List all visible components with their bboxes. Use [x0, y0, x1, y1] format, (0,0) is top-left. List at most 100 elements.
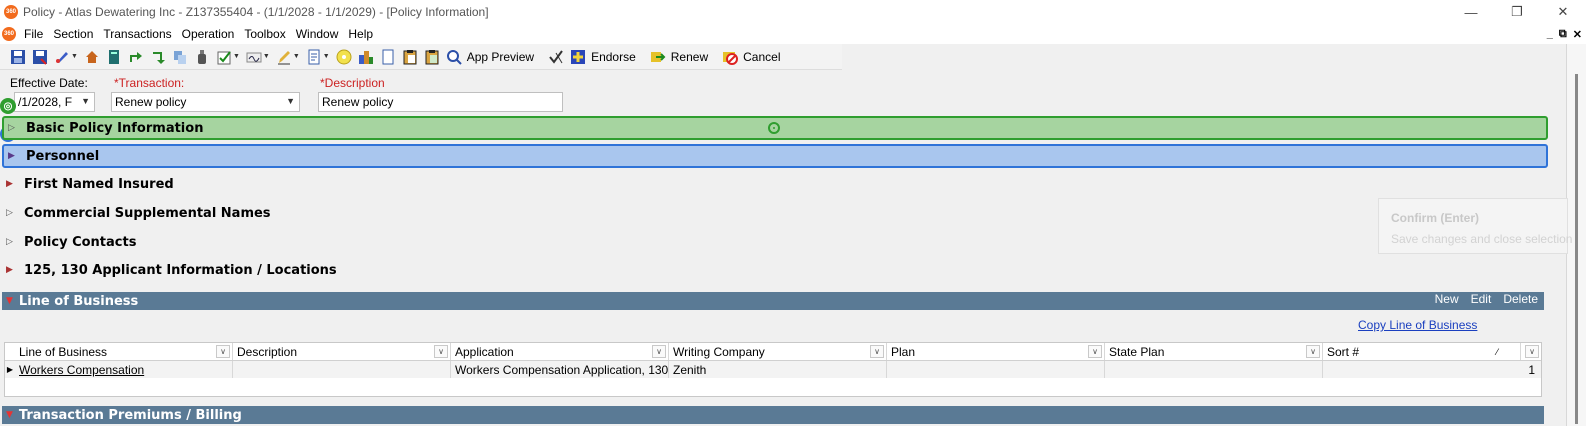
app-preview-button[interactable]: App Preview: [446, 49, 534, 65]
cell-description[interactable]: [233, 361, 451, 378]
cancel-button[interactable]: Cancel: [722, 49, 780, 65]
menu-help[interactable]: Help: [348, 27, 373, 41]
cell-line-of-business[interactable]: Workers Compensation: [15, 361, 233, 378]
menu-transactions[interactable]: Transactions: [103, 27, 171, 41]
title-bar: 360 Policy - Atlas Dewatering Inc - Z137…: [0, 0, 1586, 24]
mdi-restore-icon[interactable]: ⧉: [1559, 28, 1567, 41]
cell-plan[interactable]: [887, 361, 1105, 378]
section-line-of-business[interactable]: ▼ Line of Business New Edit Delete: [2, 292, 1544, 310]
mdi-close-icon[interactable]: ✕: [1573, 28, 1582, 41]
effective-date-field[interactable]: /1/2028, F ▼: [14, 92, 95, 112]
column-header-plan[interactable]: Plan ∨: [887, 343, 1105, 360]
pencil-dropdown-icon[interactable]: ▼: [293, 53, 300, 60]
edit-pen-icon[interactable]: [54, 49, 70, 65]
menu-section[interactable]: Section: [53, 27, 93, 41]
menu-window[interactable]: Window: [296, 27, 339, 41]
endorse-label: Endorse: [591, 49, 636, 64]
column-chooser[interactable]: ∨: [1521, 343, 1541, 360]
restore-icon[interactable]: ❐: [1494, 0, 1540, 24]
signature-dropdown-icon[interactable]: ▼: [263, 53, 270, 60]
renew-button[interactable]: Renew: [650, 49, 708, 65]
menu-operation[interactable]: Operation: [182, 27, 235, 41]
validate-icon[interactable]: [548, 49, 564, 65]
cell-application[interactable]: Workers Compensation Application, 130: [451, 361, 669, 378]
section-applicant-information-locations[interactable]: ▶ 125, 130 Applicant Information / Locat…: [2, 258, 1548, 282]
checklist-icon[interactable]: [216, 49, 232, 65]
column-header-line-of-business[interactable]: Line of Business ∨: [15, 343, 233, 360]
chevron-down-icon[interactable]: ∨: [1306, 345, 1320, 358]
column-header-state-plan[interactable]: State Plan ∨: [1105, 343, 1323, 360]
chevron-down-icon[interactable]: ∨: [216, 345, 230, 358]
cell-writing-company[interactable]: Zenith: [669, 361, 887, 378]
document-dropdown-icon[interactable]: ▼: [323, 53, 330, 60]
section-first-named-insured[interactable]: ▶ First Named Insured: [2, 172, 1548, 196]
scrollbar-thumb[interactable]: [1575, 74, 1578, 424]
expand-arrow-icon: ▶: [8, 151, 15, 161]
forward-icon[interactable]: [150, 49, 166, 65]
section-label: First Named Insured: [24, 176, 174, 192]
section-policy-contacts[interactable]: ▷ Policy Contacts: [2, 230, 1548, 254]
new-button[interactable]: New: [1435, 292, 1459, 310]
section-personnel[interactable]: ▶ Personnel: [2, 144, 1548, 168]
cd-icon[interactable]: [336, 49, 352, 65]
minimize-icon[interactable]: —: [1448, 0, 1494, 24]
checklist-dropdown-icon[interactable]: ▼: [233, 53, 240, 60]
home-icon[interactable]: [84, 49, 100, 65]
save-icon[interactable]: [10, 49, 26, 65]
center-target-icon[interactable]: [768, 122, 780, 134]
document-icon[interactable]: [306, 49, 322, 65]
expand-arrow-icon: ▷: [6, 208, 13, 218]
column-header-description[interactable]: Description ∨: [233, 343, 451, 360]
menu-toolbox[interactable]: Toolbox: [244, 27, 285, 41]
mdi-controls: _ ⧉ ✕: [1547, 24, 1582, 44]
table-row[interactable]: ▶ Workers Compensation Workers Compensat…: [5, 361, 1541, 378]
chevron-down-icon[interactable]: ∨: [434, 345, 448, 358]
pencil-icon[interactable]: [276, 49, 292, 65]
bottle-icon[interactable]: [194, 49, 210, 65]
workers-compensation-link[interactable]: Workers Compensation: [19, 363, 144, 377]
column-header-application[interactable]: Application ∨: [451, 343, 669, 360]
edit-button[interactable]: Edit: [1471, 292, 1492, 310]
copy-line-of-business-link[interactable]: Copy Line of Business: [1358, 318, 1477, 332]
paste-special-icon[interactable]: [424, 49, 440, 65]
chevron-down-icon[interactable]: ∨: [1525, 345, 1539, 358]
column-header-writing-company[interactable]: Writing Company ∨: [669, 343, 887, 360]
grid-header: Line of Business ∨ Description ∨ Applica…: [5, 343, 1541, 361]
target-marker-icon[interactable]: ◎: [0, 98, 16, 114]
column-header-sort[interactable]: Sort # ⁄: [1323, 343, 1521, 360]
cell-state-plan[interactable]: [1105, 361, 1323, 378]
app-preview-label: App Preview: [466, 49, 535, 64]
section-label: Personnel: [26, 148, 100, 164]
description-input[interactable]: Renew policy: [318, 92, 563, 112]
chevron-down-icon: ▼: [286, 96, 295, 106]
save-close-icon[interactable]: [32, 49, 48, 65]
expand-arrow-icon: ▶: [6, 265, 13, 275]
copy-icon[interactable]: [172, 49, 188, 65]
export-icon[interactable]: [128, 49, 144, 65]
buildings-icon[interactable]: [358, 49, 374, 65]
endorse-button[interactable]: Endorse: [570, 49, 636, 65]
window-title: Policy - Atlas Dewatering Inc - Z1373554…: [23, 5, 489, 19]
close-icon[interactable]: ✕: [1540, 0, 1586, 24]
page-icon[interactable]: [380, 49, 396, 65]
transaction-header: Effective Date: /1/2028, F ▼ *Transactio…: [0, 70, 1560, 116]
transaction-select[interactable]: Renew policy ▼: [111, 92, 300, 112]
delete-button[interactable]: Delete: [1503, 292, 1538, 310]
menu-file[interactable]: File: [24, 27, 43, 41]
cell-sort[interactable]: 1: [1323, 361, 1541, 378]
section-transaction-premiums-billing[interactable]: ▼ Transaction Premiums / Billing: [2, 406, 1544, 424]
book-icon[interactable]: [106, 49, 122, 65]
chevron-down-icon[interactable]: ∨: [1088, 345, 1102, 358]
chevron-down-icon[interactable]: ∨: [870, 345, 884, 358]
edit-dropdown-icon[interactable]: ▼: [71, 53, 78, 60]
chevron-down-icon[interactable]: ∨: [652, 345, 666, 358]
section-label: Policy Contacts: [24, 234, 137, 250]
confirm-overlay[interactable]: Confirm (Enter) Save changes and close s…: [1378, 198, 1572, 254]
section-commercial-supplemental-names[interactable]: ▷ Commercial Supplemental Names: [2, 201, 1548, 225]
toolbar: ▼ ▼ ▼ ▼ ▼ App Preview Endorse Renew Canc…: [0, 44, 842, 70]
signature-icon[interactable]: [246, 49, 262, 65]
section-label: Basic Policy Information: [26, 120, 204, 136]
window-controls: — ❐ ✕: [1448, 0, 1586, 24]
mdi-minimize-icon[interactable]: _: [1547, 28, 1553, 40]
paste-icon[interactable]: [402, 49, 418, 65]
